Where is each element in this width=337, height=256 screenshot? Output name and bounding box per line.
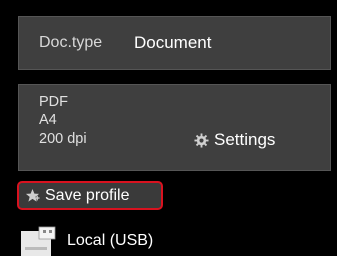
doc-type-value: Document (134, 33, 212, 52)
save-profile-label: Save profile (45, 186, 130, 204)
settings-button[interactable]: Settings (194, 127, 275, 153)
settings-label: Settings (214, 130, 276, 149)
doc-type-label: Doc.type (39, 34, 103, 51)
scan-screen: Doc.type Document PDF A4 200 dpi Setting… (0, 0, 337, 256)
scan-settings-panel: PDF A4 200 dpi Settings (18, 84, 331, 171)
destination-selector[interactable]: Local (USB) (19, 221, 153, 256)
save-profile-button[interactable]: Save profile (17, 181, 163, 210)
destination-label: Local (USB) (67, 232, 154, 249)
format-value: PDF (39, 94, 68, 110)
doc-type-selector[interactable]: Doc.type Document (18, 16, 331, 70)
usb-drive-icon (21, 226, 56, 256)
resolution-value: 200 dpi (39, 131, 87, 147)
gear-icon (194, 132, 209, 148)
paper-size-value: A4 (39, 112, 57, 128)
star-icon (25, 188, 40, 202)
